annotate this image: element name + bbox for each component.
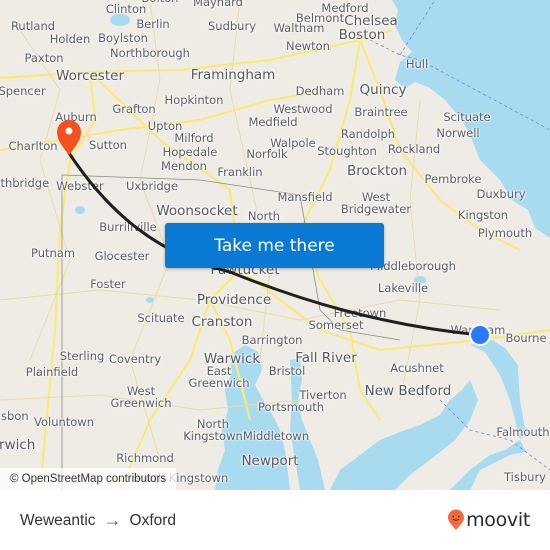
destination-name: Oxford (129, 511, 177, 529)
arrow-right-icon: → (103, 510, 122, 530)
map-attribution[interactable]: © OpenStreetMap contributors (0, 468, 177, 490)
origin-marker[interactable] (469, 324, 491, 346)
origin-name: Weweantic (20, 511, 96, 529)
destination-pin-icon[interactable] (57, 120, 81, 155)
brand-name: moovit (466, 509, 530, 531)
route-title: Weweantic → Oxford (20, 510, 176, 531)
moovit-pin-icon (448, 509, 465, 530)
take-me-there-button[interactable]: Take me there (165, 223, 384, 268)
moovit-logo[interactable]: moovit (447, 509, 530, 531)
